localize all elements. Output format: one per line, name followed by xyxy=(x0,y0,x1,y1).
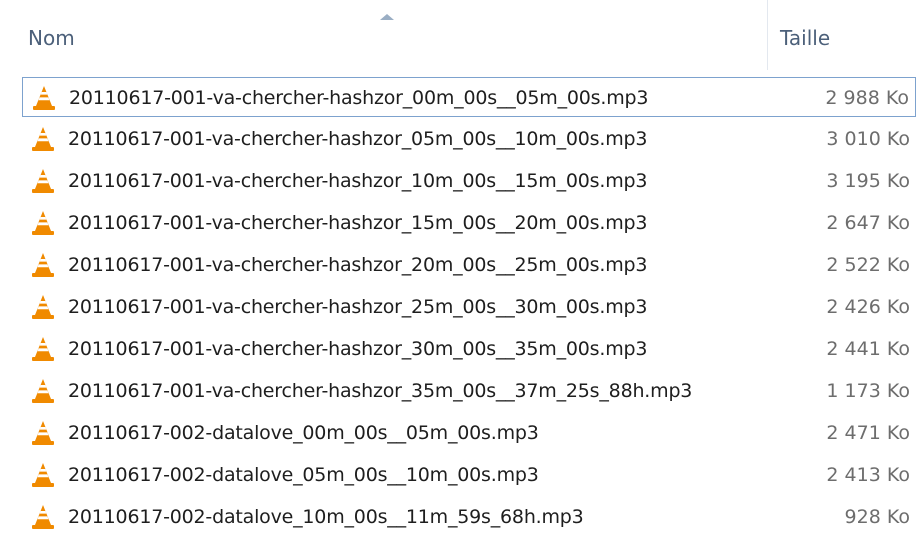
vlc-cone-icon xyxy=(30,294,56,320)
vlc-cone-icon xyxy=(30,252,56,278)
file-name: 20110617-001-va-chercher-hashzor_15m_00s… xyxy=(68,212,648,234)
file-name: 20110617-001-va-chercher-hashzor_00m_00s… xyxy=(69,87,649,109)
file-row[interactable]: 20110617-002-datalove_00m_00s__05m_00s.m… xyxy=(22,413,916,453)
file-row[interactable]: 20110617-001-va-chercher-hashzor_20m_00s… xyxy=(22,245,916,285)
vlc-cone-icon xyxy=(30,336,56,362)
file-row[interactable]: 20110617-001-va-chercher-hashzor_25m_00s… xyxy=(22,287,916,327)
file-size: 1 173 Ko xyxy=(826,380,910,402)
file-name: 20110617-002-datalove_10m_00s__11m_59s_6… xyxy=(68,506,584,528)
vlc-cone-icon xyxy=(30,420,56,446)
file-row[interactable]: 20110617-001-va-chercher-hashzor_15m_00s… xyxy=(22,203,916,243)
file-row[interactable]: 20110617-002-datalove_05m_00s__10m_00s.m… xyxy=(22,455,916,495)
column-header-bar: Nom Taille xyxy=(0,0,916,70)
sort-ascending-icon xyxy=(380,14,394,20)
file-name: 20110617-002-datalove_05m_00s__10m_00s.m… xyxy=(68,464,539,486)
file-size: 2 426 Ko xyxy=(826,296,910,318)
vlc-cone-icon xyxy=(30,126,56,152)
file-name: 20110617-002-datalove_00m_00s__05m_00s.m… xyxy=(68,422,539,444)
column-header-size[interactable]: Taille xyxy=(768,0,916,70)
file-size: 2 988 Ko xyxy=(825,87,909,109)
file-name: 20110617-001-va-chercher-hashzor_30m_00s… xyxy=(68,338,648,360)
file-row[interactable]: 20110617-001-va-chercher-hashzor_00m_00s… xyxy=(22,77,916,117)
file-name: 20110617-001-va-chercher-hashzor_10m_00s… xyxy=(68,170,648,192)
file-size: 2 413 Ko xyxy=(826,464,910,486)
file-size: 3 010 Ko xyxy=(826,128,910,150)
file-row[interactable]: 20110617-001-va-chercher-hashzor_30m_00s… xyxy=(22,329,916,369)
column-header-size-label: Taille xyxy=(780,26,831,50)
vlc-cone-icon xyxy=(30,378,56,404)
file-row[interactable]: 20110617-001-va-chercher-hashzor_10m_00s… xyxy=(22,161,916,201)
file-row[interactable]: 20110617-001-va-chercher-hashzor_35m_00s… xyxy=(22,371,916,411)
column-header-name[interactable]: Nom xyxy=(0,0,768,70)
vlc-cone-icon xyxy=(31,85,57,111)
vlc-cone-icon xyxy=(30,462,56,488)
vlc-cone-icon xyxy=(30,504,56,530)
file-name: 20110617-001-va-chercher-hashzor_25m_00s… xyxy=(68,296,648,318)
file-name: 20110617-001-va-chercher-hashzor_20m_00s… xyxy=(68,254,648,276)
file-name: 20110617-001-va-chercher-hashzor_05m_00s… xyxy=(68,128,648,150)
file-size: 928 Ko xyxy=(844,506,910,528)
vlc-cone-icon xyxy=(30,168,56,194)
file-name: 20110617-001-va-chercher-hashzor_35m_00s… xyxy=(68,380,693,402)
file-size: 2 522 Ko xyxy=(826,254,910,276)
file-size: 2 471 Ko xyxy=(826,422,910,444)
column-header-name-label: Nom xyxy=(28,26,75,50)
vlc-cone-icon xyxy=(30,210,56,236)
file-row[interactable]: 20110617-001-va-chercher-hashzor_05m_00s… xyxy=(22,119,916,159)
file-size: 2 647 Ko xyxy=(826,212,910,234)
file-size: 3 195 Ko xyxy=(826,170,910,192)
file-size: 2 441 Ko xyxy=(826,338,910,360)
file-row[interactable]: 20110617-002-datalove_10m_00s__11m_59s_6… xyxy=(22,497,916,537)
